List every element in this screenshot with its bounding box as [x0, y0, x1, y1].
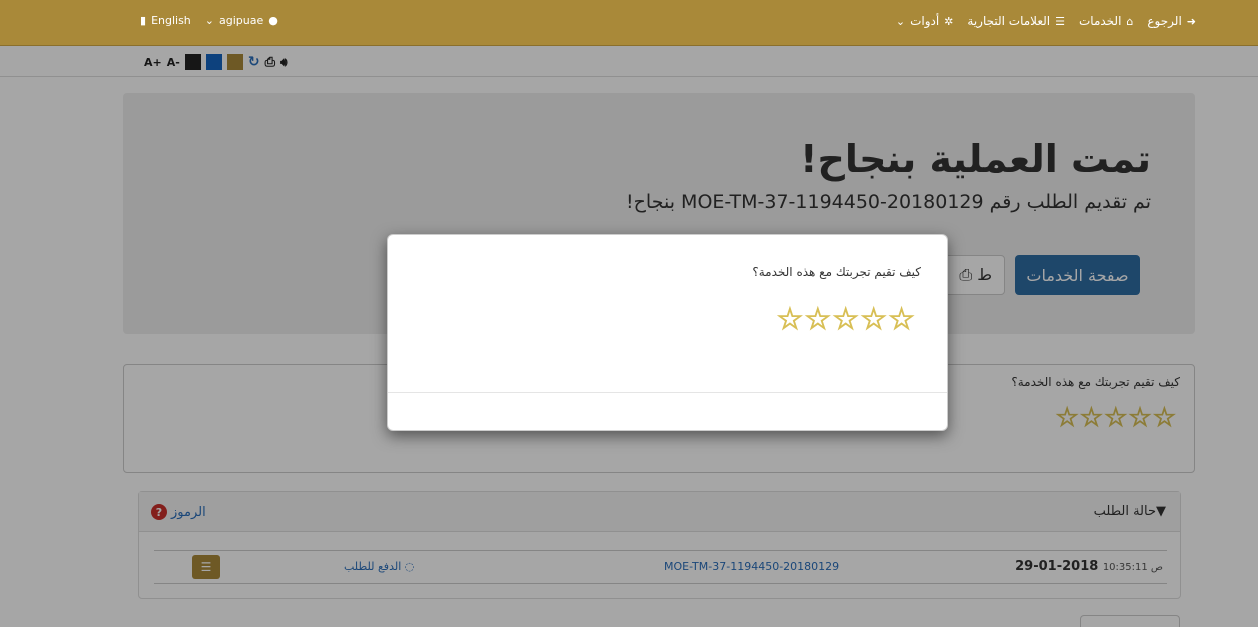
- language-switch[interactable]: ▮ English: [140, 14, 191, 27]
- user-icon: ●: [268, 14, 278, 27]
- language-label: English: [151, 14, 191, 27]
- nav-trademarks[interactable]: ☰ العلامات التجارية: [967, 14, 1065, 28]
- nav-back-label: الرجوع: [1147, 14, 1182, 28]
- modal-star-icon[interactable]: ☆: [776, 304, 804, 335]
- modal-star-icon[interactable]: ☆: [804, 304, 832, 335]
- nav-tools-label: أدوات: [910, 14, 940, 28]
- chevron-down-icon: ⌄: [895, 14, 906, 28]
- main-nav: ➜ الرجوع ⌂ الخدمات ☰ العلامات التجارية ✲…: [896, 14, 1196, 28]
- nav-trademarks-label: العلامات التجارية: [967, 14, 1051, 28]
- rating-modal: كيف تقيم تجربتك مع هذه الخدمة؟ ☆ ☆ ☆ ☆ ☆: [387, 234, 948, 431]
- modal-rating-stars: ☆ ☆ ☆ ☆ ☆: [776, 304, 916, 335]
- user-dropdown[interactable]: ⌄ agipuae ●: [205, 14, 278, 27]
- username-label: agipuae: [219, 14, 264, 27]
- list-icon: ☰: [1055, 14, 1065, 28]
- document-icon: ▮: [140, 14, 147, 27]
- gear-icon: ✲: [944, 14, 954, 28]
- modal-star-icon[interactable]: ☆: [860, 304, 888, 335]
- modal-star-icon[interactable]: ☆: [832, 304, 860, 335]
- nav-services-label: الخدمات: [1078, 14, 1122, 28]
- modal-footer: [388, 392, 947, 432]
- chevron-down-icon: ⌄: [204, 14, 215, 27]
- modal-star-icon[interactable]: ☆: [888, 304, 916, 335]
- nav-tools[interactable]: ✲ أدوات ⌄: [896, 14, 954, 28]
- modal-rating-question: كيف تقيم تجربتك مع هذه الخدمة؟: [752, 265, 921, 279]
- home-icon: ⌂: [1126, 14, 1134, 28]
- nav-services[interactable]: ⌂ الخدمات: [1079, 14, 1133, 28]
- top-navbar: ▮ English ⌄ agipuae ● ➜ الرجوع ⌂ الخدمات…: [0, 0, 1258, 46]
- nav-back[interactable]: ➜ الرجوع: [1147, 14, 1196, 28]
- user-menu: ▮ English ⌄ agipuae ●: [140, 14, 278, 27]
- arrow-right-icon: ➜: [1186, 14, 1196, 28]
